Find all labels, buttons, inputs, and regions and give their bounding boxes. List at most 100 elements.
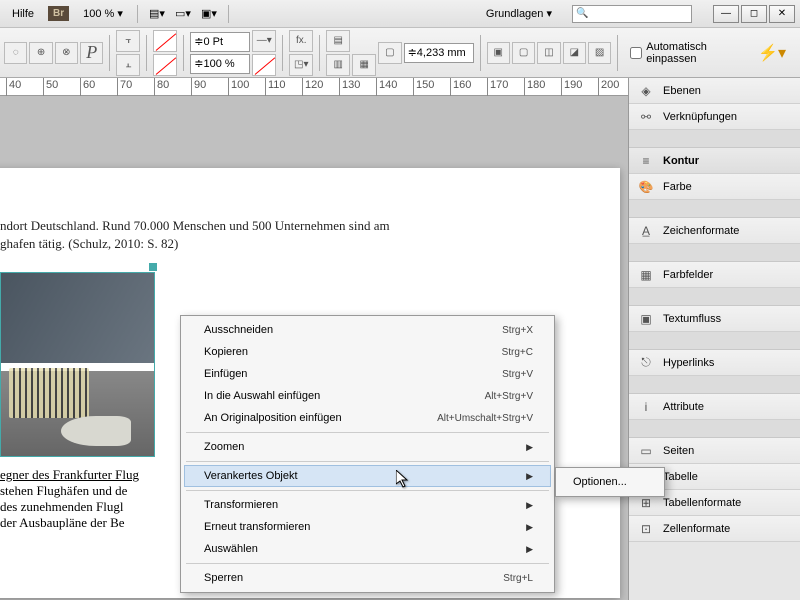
panel-label: Ebenen	[663, 85, 701, 97]
panel-item[interactable]: ▭ Seiten	[629, 438, 800, 464]
panel-icon: ◈	[637, 82, 655, 100]
fit-icon[interactable]: ◫	[537, 42, 560, 64]
panel-item[interactable]: ▣ Textumfluss	[629, 306, 800, 332]
submenu-arrow-icon: ▶	[526, 471, 533, 482]
search-icon: 🔍	[576, 8, 588, 19]
panel-icon: ▣	[637, 310, 655, 328]
panel-label: Hyperlinks	[663, 357, 714, 369]
control-toolbar: ◌ ⊕ ⊗ P ⫟ ⫠ ≑ 0 Pt ≑ 100 % —▾ fx. ◳▾ ▤ ▥…	[0, 28, 800, 78]
panel-label: Tabelle	[663, 471, 698, 483]
p-icon[interactable]: P	[80, 42, 103, 64]
panel-label: Attribute	[663, 401, 704, 413]
panel-label: Zeichenformate	[663, 225, 739, 237]
panel-icon: ▦	[637, 266, 655, 284]
fit-icon[interactable]: ◪	[563, 42, 586, 64]
maximize-button[interactable]: ◻	[741, 5, 767, 23]
panel-label: Kontur	[663, 155, 699, 167]
align-icon[interactable]: ⫟	[116, 30, 140, 52]
bridge-button[interactable]: Br	[48, 6, 69, 21]
panel-label: Farbfelder	[663, 269, 713, 281]
tool-icon[interactable]: ◌	[4, 42, 27, 64]
search-input[interactable]: 🔍	[572, 5, 692, 23]
autofit-checkbox[interactable]	[630, 47, 642, 59]
panel-item[interactable]: ⊡ Zellenformate	[629, 516, 800, 542]
tool-icon[interactable]: ⊗	[55, 42, 78, 64]
menu-item[interactable]: Erneut transformieren▶	[184, 516, 551, 538]
menu-item[interactable]: EinfügenStrg+V	[184, 363, 551, 385]
wrap-icon[interactable]: ▦	[352, 54, 376, 76]
wrap-icon[interactable]: ▥	[326, 54, 350, 76]
menu-item[interactable]: Auswählen▶	[184, 538, 551, 560]
close-button[interactable]: ✕	[769, 5, 795, 23]
fit-icon[interactable]: ▨	[588, 42, 611, 64]
arrange-icon[interactable]: ▣▾	[198, 4, 220, 24]
submenu-arrow-icon: ▶	[526, 500, 533, 511]
preflight-icon[interactable]: ⚡▾	[758, 43, 786, 63]
panel-icon: A̲	[637, 222, 655, 240]
fit-frame-icon[interactable]: ▢	[378, 42, 401, 64]
panel-label: Verknüpfungen	[663, 111, 737, 123]
frame-fitting-input[interactable]: ≑ 4,233 mm	[404, 43, 474, 63]
panel-item[interactable]: ▦ Farbfelder	[629, 262, 800, 288]
panel-label: Seiten	[663, 445, 694, 457]
minimize-button[interactable]: —	[713, 5, 739, 23]
menu-item[interactable]: Verankertes Objekt▶	[184, 465, 551, 487]
title-bar: Hilfe Br 100 % ▾ ▤▾ ▭▾ ▣▾ Grundlagen ▾ 🔍…	[0, 0, 800, 28]
panel-icon: 🎨	[637, 178, 655, 196]
submenu-arrow-icon: ▶	[526, 544, 533, 555]
submenu-arrow-icon: ▶	[526, 522, 533, 533]
submenu-arrow-icon: ▶	[526, 442, 533, 453]
wrap-icon[interactable]: ▤	[326, 30, 350, 52]
panel-icon: i	[637, 398, 655, 416]
menu-item[interactable]: KopierenStrg+C	[184, 341, 551, 363]
panel-label: Zellenformate	[663, 523, 730, 535]
stroke-style-icon[interactable]: —▾	[252, 30, 276, 52]
panel-label: Tabellenformate	[663, 497, 741, 509]
menu-item[interactable]: Transformieren▶	[184, 494, 551, 516]
workspace-switcher[interactable]: Grundlagen ▾	[476, 7, 562, 20]
context-menu: AusschneidenStrg+XKopierenStrg+CEinfügen…	[180, 315, 555, 593]
panel-icon: ⎋	[637, 354, 655, 372]
menu-item[interactable]: AusschneidenStrg+X	[184, 319, 551, 341]
panel-icon: ≡	[637, 152, 655, 170]
panel-icon: ▭	[637, 442, 655, 460]
panel-icon: ⚯	[637, 108, 655, 126]
panel-label: Textumfluss	[663, 313, 721, 325]
no-fill-swatch[interactable]	[153, 30, 177, 52]
panel-item[interactable]: ◈ Ebenen	[629, 78, 800, 104]
zoom-level[interactable]: 100 % ▾	[75, 7, 131, 20]
panel-item[interactable]: A̲ Zeichenformate	[629, 218, 800, 244]
body-text[interactable]: ndort Deutschland. Rund 70.000 Menschen …	[0, 218, 600, 234]
menu-item[interactable]: An Originalposition einfügenAlt+Umschalt…	[184, 407, 551, 429]
anchored-image-frame[interactable]	[0, 272, 155, 457]
menu-item[interactable]: Zoomen▶	[184, 436, 551, 458]
stroke-weight-input[interactable]: ≑ 0 Pt	[190, 32, 250, 52]
fit-icon[interactable]: ▢	[512, 42, 535, 64]
screen-mode-icon[interactable]: ▭▾	[172, 4, 194, 24]
help-menu[interactable]: Hilfe	[4, 8, 42, 20]
corner-icon[interactable]: ◳▾	[289, 54, 313, 76]
horizontal-ruler: 4050607080901001101201301401501601701801…	[0, 78, 628, 96]
autofit-label: Automatisch einpassen	[646, 41, 756, 65]
menu-item-options[interactable]: Optionen...	[559, 471, 661, 493]
distribute-icon[interactable]: ⫠	[116, 54, 140, 76]
no-stroke-swatch[interactable]	[153, 54, 177, 76]
effects-icon[interactable]: fx.	[289, 30, 313, 52]
panel-item[interactable]: ≡ Kontur	[629, 148, 800, 174]
tool-icon[interactable]: ⊕	[29, 42, 52, 64]
panel-item[interactable]: ⎋ Hyperlinks	[629, 350, 800, 376]
view-options-icon[interactable]: ▤▾	[146, 4, 168, 24]
menu-item[interactable]: SperrenStrg+L	[184, 567, 551, 589]
menu-item[interactable]: In die Auswahl einfügenAlt+Strg+V	[184, 385, 551, 407]
body-text[interactable]: ghafen tätig. (Schulz, 2010: S. 82)	[0, 236, 600, 252]
panel-label: Farbe	[663, 181, 692, 193]
none-icon[interactable]	[252, 54, 276, 76]
fit-icon[interactable]: ▣	[487, 42, 510, 64]
panel-item[interactable]: ⚯ Verknüpfungen	[629, 104, 800, 130]
panel-item[interactable]: i Attribute	[629, 394, 800, 420]
panels-dock: ◈ Ebenen ⚯ Verknüpfungen ≡ Kontur 🎨 Farbe A̲ Zeic…	[628, 78, 800, 600]
scale-input[interactable]: ≑ 100 %	[190, 54, 250, 74]
context-submenu: Optionen...	[555, 467, 665, 497]
panel-icon: ⊡	[637, 520, 655, 538]
panel-item[interactable]: 🎨 Farbe	[629, 174, 800, 200]
